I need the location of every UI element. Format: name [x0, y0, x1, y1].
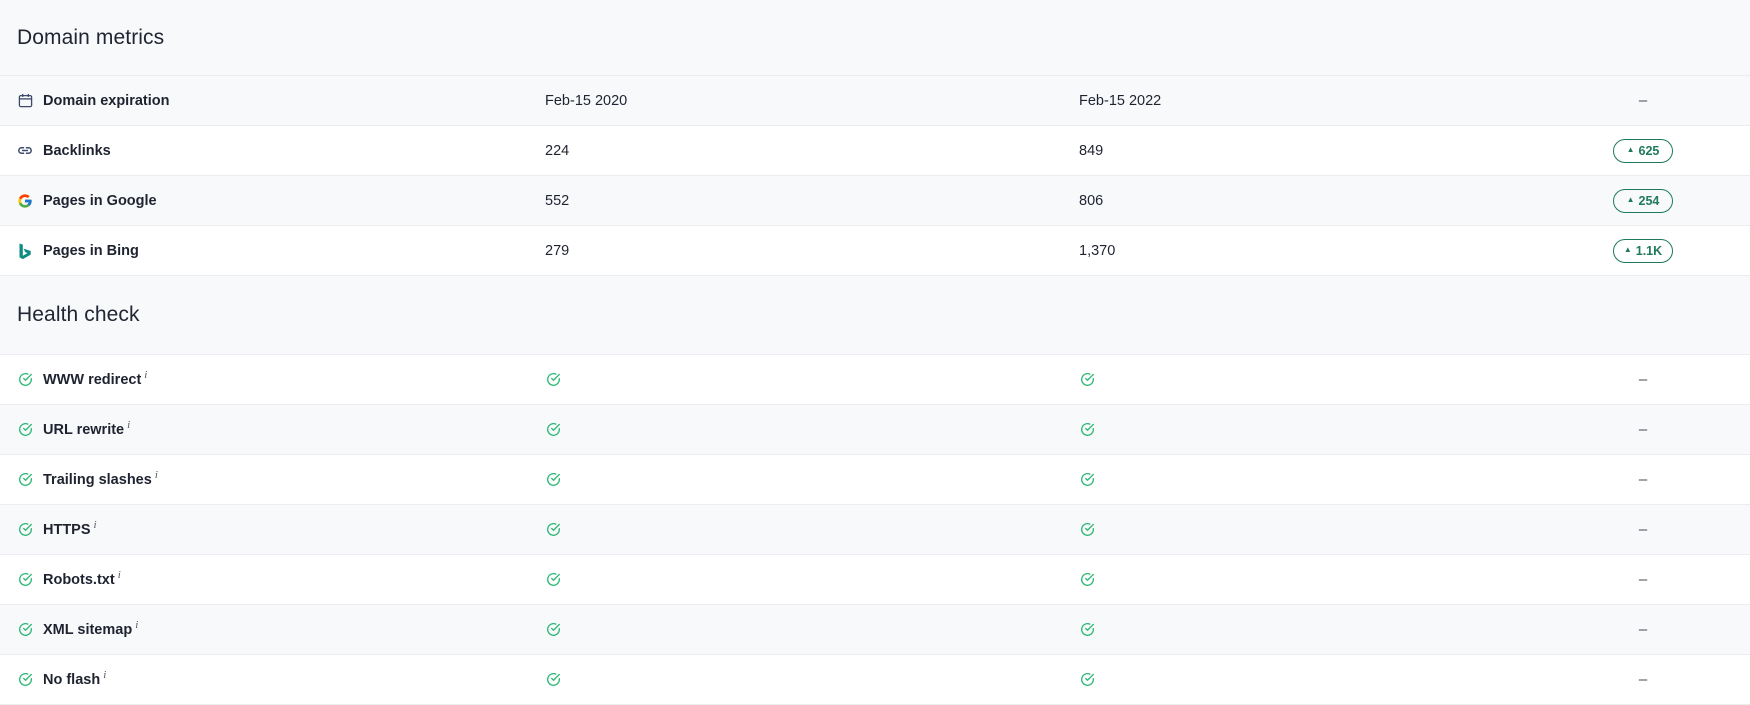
check-circle-icon: [1079, 422, 1095, 438]
metric-label: Pages in Google: [43, 192, 157, 209]
check-circle-icon: [1079, 372, 1095, 388]
change-value: 625: [1638, 143, 1660, 158]
info-icon[interactable]: i: [144, 369, 147, 381]
info-icon[interactable]: i: [94, 519, 97, 531]
check-circle-icon: [17, 472, 33, 488]
check-circle-icon: [545, 472, 561, 488]
change-empty: –: [1638, 521, 1648, 538]
check-label: No flash: [43, 671, 101, 688]
value-previous: Feb-15 2020: [545, 92, 628, 109]
table-row: Domain expiration Feb-15 2020 Feb-15 202…: [0, 76, 1750, 126]
change-badge: ▲ 254: [1613, 188, 1673, 213]
table-row: Robots.txt i –: [0, 555, 1750, 605]
metric-label: Backlinks: [43, 142, 111, 159]
check-circle-icon: [545, 672, 561, 688]
check-circle-icon: [17, 572, 33, 588]
health-check-table: WWW redirect i – URL rewrite i – Trailing …: [0, 355, 1750, 705]
table-row: XML sitemap i –: [0, 605, 1750, 655]
check-name-cell: Robots.txt i: [0, 569, 545, 588]
link-icon: [17, 143, 33, 159]
check-label: XML sitemap: [43, 621, 133, 638]
change-badge: ▲ 1.1K: [1613, 238, 1673, 263]
check-name-cell: WWW redirect i: [0, 369, 545, 388]
table-row: Pages in Google 552 806 ▲ 254: [0, 176, 1750, 226]
check-label: HTTPS: [43, 521, 91, 538]
check-circle-icon: [545, 422, 561, 438]
change-value: 1.1K: [1635, 243, 1663, 258]
info-icon[interactable]: i: [103, 669, 106, 681]
change-badge: ▲ 625: [1613, 138, 1673, 163]
info-icon[interactable]: i: [118, 569, 121, 581]
change-empty: –: [1638, 471, 1648, 488]
domain-metrics-header: Domain metrics: [0, 0, 1750, 76]
check-label: Robots.txt: [43, 571, 115, 588]
metric-name-cell: Pages in Bing: [0, 243, 545, 259]
check-name-cell: Trailing slashes i: [0, 469, 545, 488]
check-circle-icon: [17, 372, 33, 388]
change-empty: –: [1638, 571, 1648, 588]
check-circle-icon: [1079, 622, 1095, 638]
health-check-title: Health check: [17, 303, 140, 326]
value-previous: 279: [545, 242, 570, 259]
value-previous: 224: [545, 142, 570, 159]
table-row: URL rewrite i –: [0, 405, 1750, 455]
check-circle-icon: [17, 622, 33, 638]
table-row: Trailing slashes i –: [0, 455, 1750, 505]
check-circle-icon: [545, 372, 561, 388]
bing-icon: [17, 243, 33, 259]
info-icon[interactable]: i: [135, 619, 138, 631]
check-name-cell: HTTPS i: [0, 519, 545, 538]
value-current: 849: [1079, 142, 1104, 159]
calendar-icon: [17, 93, 33, 109]
change-empty: –: [1638, 371, 1648, 388]
check-circle-icon: [545, 622, 561, 638]
check-name-cell: XML sitemap i: [0, 619, 545, 638]
check-name-cell: URL rewrite i: [0, 419, 545, 438]
check-circle-icon: [545, 522, 561, 538]
check-label: WWW redirect: [43, 371, 142, 388]
change-empty: –: [1638, 671, 1648, 688]
check-circle-icon: [1079, 522, 1095, 538]
value-current: 806: [1079, 192, 1104, 209]
table-row: HTTPS i –: [0, 505, 1750, 555]
health-check-header: Health check: [0, 276, 1750, 355]
table-row: No flash i –: [0, 655, 1750, 705]
up-arrow-icon: ▲: [1626, 145, 1635, 154]
check-label: URL rewrite: [43, 421, 125, 438]
check-circle-icon: [17, 672, 33, 688]
metric-name-cell: Pages in Google: [0, 193, 545, 209]
change-empty: –: [1638, 421, 1648, 438]
check-circle-icon: [17, 422, 33, 438]
up-arrow-icon: ▲: [1626, 195, 1635, 204]
metric-name-cell: Backlinks: [0, 143, 545, 159]
up-arrow-icon: ▲: [1623, 245, 1632, 254]
check-circle-icon: [1079, 472, 1095, 488]
domain-metrics-title: Domain metrics: [17, 25, 165, 49]
check-name-cell: No flash i: [0, 669, 545, 688]
table-row: Pages in Bing 279 1,370 ▲ 1.1K: [0, 226, 1750, 276]
check-circle-icon: [17, 522, 33, 538]
metric-label: Pages in Bing: [43, 242, 139, 259]
google-icon: [17, 193, 33, 209]
table-row: WWW redirect i –: [0, 355, 1750, 405]
check-circle-icon: [1079, 572, 1095, 588]
metric-label: Domain expiration: [43, 92, 170, 109]
table-row: Backlinks 224 849 ▲ 625: [0, 126, 1750, 176]
value-current: Feb-15 2022: [1079, 92, 1162, 109]
check-circle-icon: [1079, 672, 1095, 688]
change-empty: –: [1638, 621, 1648, 638]
value-previous: 552: [545, 192, 570, 209]
metric-name-cell: Domain expiration: [0, 93, 545, 109]
check-label: Trailing slashes: [43, 471, 152, 488]
check-circle-icon: [545, 572, 561, 588]
info-icon[interactable]: i: [127, 419, 130, 431]
info-icon[interactable]: i: [155, 469, 158, 481]
value-current: 1,370: [1079, 242, 1116, 259]
change-value: 254: [1638, 193, 1660, 208]
change-empty: –: [1638, 92, 1648, 109]
